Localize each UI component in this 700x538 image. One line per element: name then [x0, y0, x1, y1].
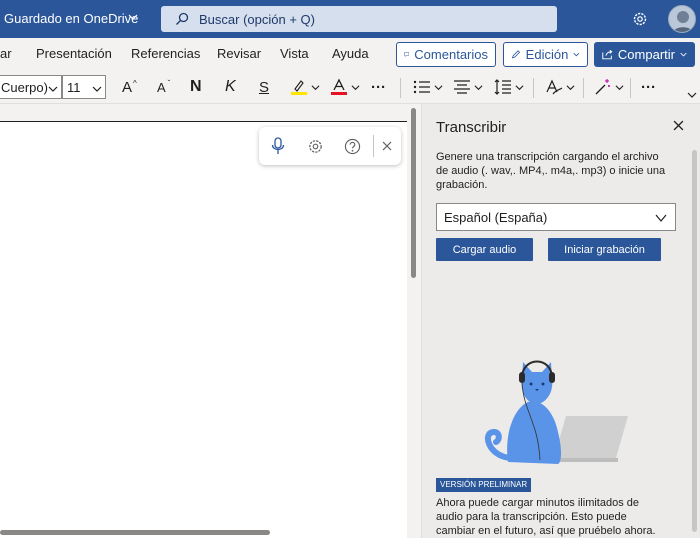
align-button[interactable]: [453, 76, 483, 98]
editing-label: Edición: [525, 47, 569, 62]
highlight-color-button[interactable]: [290, 76, 320, 98]
styles-icon: [546, 79, 563, 95]
font-size-select[interactable]: 11: [62, 75, 106, 99]
start-recording-button[interactable]: Iniciar grabación: [548, 238, 661, 261]
microphone-icon[interactable]: [271, 137, 285, 155]
document-save-status[interactable]: Guardado en OneDrive: [4, 11, 138, 26]
bold-label: N: [190, 78, 202, 95]
pane-title: Transcribir: [436, 119, 507, 136]
shrink-font-button[interactable]: Aˇ: [157, 76, 170, 98]
cat-with-headphones-illustration: [485, 360, 628, 464]
chevron-down-icon: [311, 84, 320, 90]
magic-wand-icon: [595, 79, 610, 95]
preview-badge: VERSIÓN PRELIMINAR: [436, 478, 532, 492]
italic-button[interactable]: K: [225, 76, 236, 98]
share-icon: [602, 49, 613, 60]
comment-icon: [404, 52, 410, 58]
settings-gear-icon[interactable]: [631, 10, 649, 28]
avatar[interactable]: [668, 5, 696, 33]
tab-ayuda[interactable]: Ayuda: [332, 46, 369, 61]
grow-font-label: A: [122, 78, 133, 96]
chevron-down-icon: [351, 84, 360, 90]
tab-revisar[interactable]: Revisar: [217, 46, 261, 61]
pencil-icon: [511, 50, 521, 59]
search-input[interactable]: Buscar (opción + Q): [161, 6, 557, 32]
strikethrough-label: S: [259, 78, 270, 96]
chevron-down-icon[interactable]: [128, 12, 138, 22]
dictation-toolbar: [259, 127, 401, 165]
more-options-label: ···: [641, 78, 656, 96]
pane-note: Ahora puede cargar minutos ilimitados de…: [436, 497, 656, 537]
start-recording-label: Iniciar grabación: [564, 243, 645, 256]
pane-scrollbar[interactable]: [692, 150, 697, 532]
chevron-down-icon: [680, 52, 687, 57]
chevron-down-icon: [566, 84, 575, 90]
font-size-value: 11: [67, 79, 81, 95]
search-placeholder: Buscar (opción + Q): [199, 12, 315, 27]
ribbon-tabs: ar Presentación Referencias Revisar Vist…: [0, 38, 700, 70]
tab-vista[interactable]: Vista: [280, 46, 309, 61]
line-spacing-button[interactable]: [494, 76, 524, 98]
transcribe-pane: Transcribir Genere una transcripción car…: [421, 104, 700, 538]
document-area: [0, 104, 420, 538]
font-color-button[interactable]: [330, 76, 360, 98]
line-spacing-icon: [494, 79, 511, 95]
home-ribbon: Cuerpo) 11 A ^ Aˇ N K S ··· ···: [0, 70, 700, 104]
title-bar: Guardado en OneDrive Buscar (opción + Q): [0, 0, 700, 38]
upload-audio-button[interactable]: Cargar audio: [436, 238, 533, 261]
styles-button[interactable]: [545, 76, 575, 98]
horizontal-scrollbar[interactable]: [0, 530, 270, 535]
close-icon[interactable]: [382, 141, 392, 151]
divider: [533, 78, 534, 98]
pane-description: Genere una transcripción cargando el arc…: [436, 151, 666, 191]
language-select[interactable]: Español (España): [436, 203, 676, 231]
bold-button[interactable]: N: [190, 76, 202, 98]
comments-button[interactable]: Comentarios: [396, 42, 496, 67]
upload-audio-label: Cargar audio: [452, 243, 517, 256]
font-color-icon: [331, 78, 347, 95]
vertical-scrollbar[interactable]: [411, 108, 416, 278]
language-value: Español (España): [444, 210, 548, 225]
chevron-down-icon: [48, 86, 58, 92]
strikethrough-button[interactable]: S: [259, 76, 269, 98]
divider: [630, 78, 631, 98]
chevron-down-icon: [515, 84, 524, 90]
font-name-value: Cuerpo): [1, 79, 48, 95]
chevron-down-icon: [434, 84, 443, 90]
divider: [583, 78, 584, 98]
document-page[interactable]: [0, 121, 407, 538]
chevron-down-icon: [92, 86, 102, 92]
more-font-options-button[interactable]: ···: [371, 76, 386, 98]
chevron-down-icon: [655, 214, 667, 222]
chevron-down-icon: [474, 84, 483, 90]
highlighter-icon: [291, 80, 307, 95]
grow-font-button[interactable]: A ^: [122, 76, 137, 98]
divider: [400, 78, 401, 98]
chevron-down-icon: [615, 84, 624, 90]
italic-label: K: [225, 78, 236, 95]
editing-mode-button[interactable]: Edición: [503, 42, 588, 67]
tab-insertar[interactable]: ar: [0, 46, 12, 61]
more-label: ···: [371, 78, 386, 96]
chevron-down-icon: [573, 52, 580, 57]
page-top-edge: [0, 121, 407, 122]
tab-presentacion[interactable]: Presentación: [36, 46, 112, 61]
font-name-select[interactable]: Cuerpo): [0, 75, 62, 99]
align-center-icon: [454, 80, 470, 94]
share-label: Compartir: [617, 47, 675, 62]
search-icon: [176, 12, 189, 25]
help-icon[interactable]: [344, 138, 361, 155]
bullet-list-icon: [413, 80, 430, 94]
ribbon-collapse-chevron-icon[interactable]: [687, 90, 697, 100]
divider: [373, 135, 374, 157]
close-icon[interactable]: [673, 120, 684, 131]
share-button[interactable]: Compartir: [594, 42, 695, 67]
tab-referencias[interactable]: Referencias: [131, 46, 200, 61]
comments-label: Comentarios: [414, 47, 488, 62]
shrink-font-label: A: [157, 79, 166, 95]
more-options-button[interactable]: ···: [641, 76, 656, 98]
bullets-button[interactable]: [413, 76, 443, 98]
dictation-settings-gear-icon[interactable]: [307, 138, 324, 155]
designer-button[interactable]: [594, 76, 624, 98]
